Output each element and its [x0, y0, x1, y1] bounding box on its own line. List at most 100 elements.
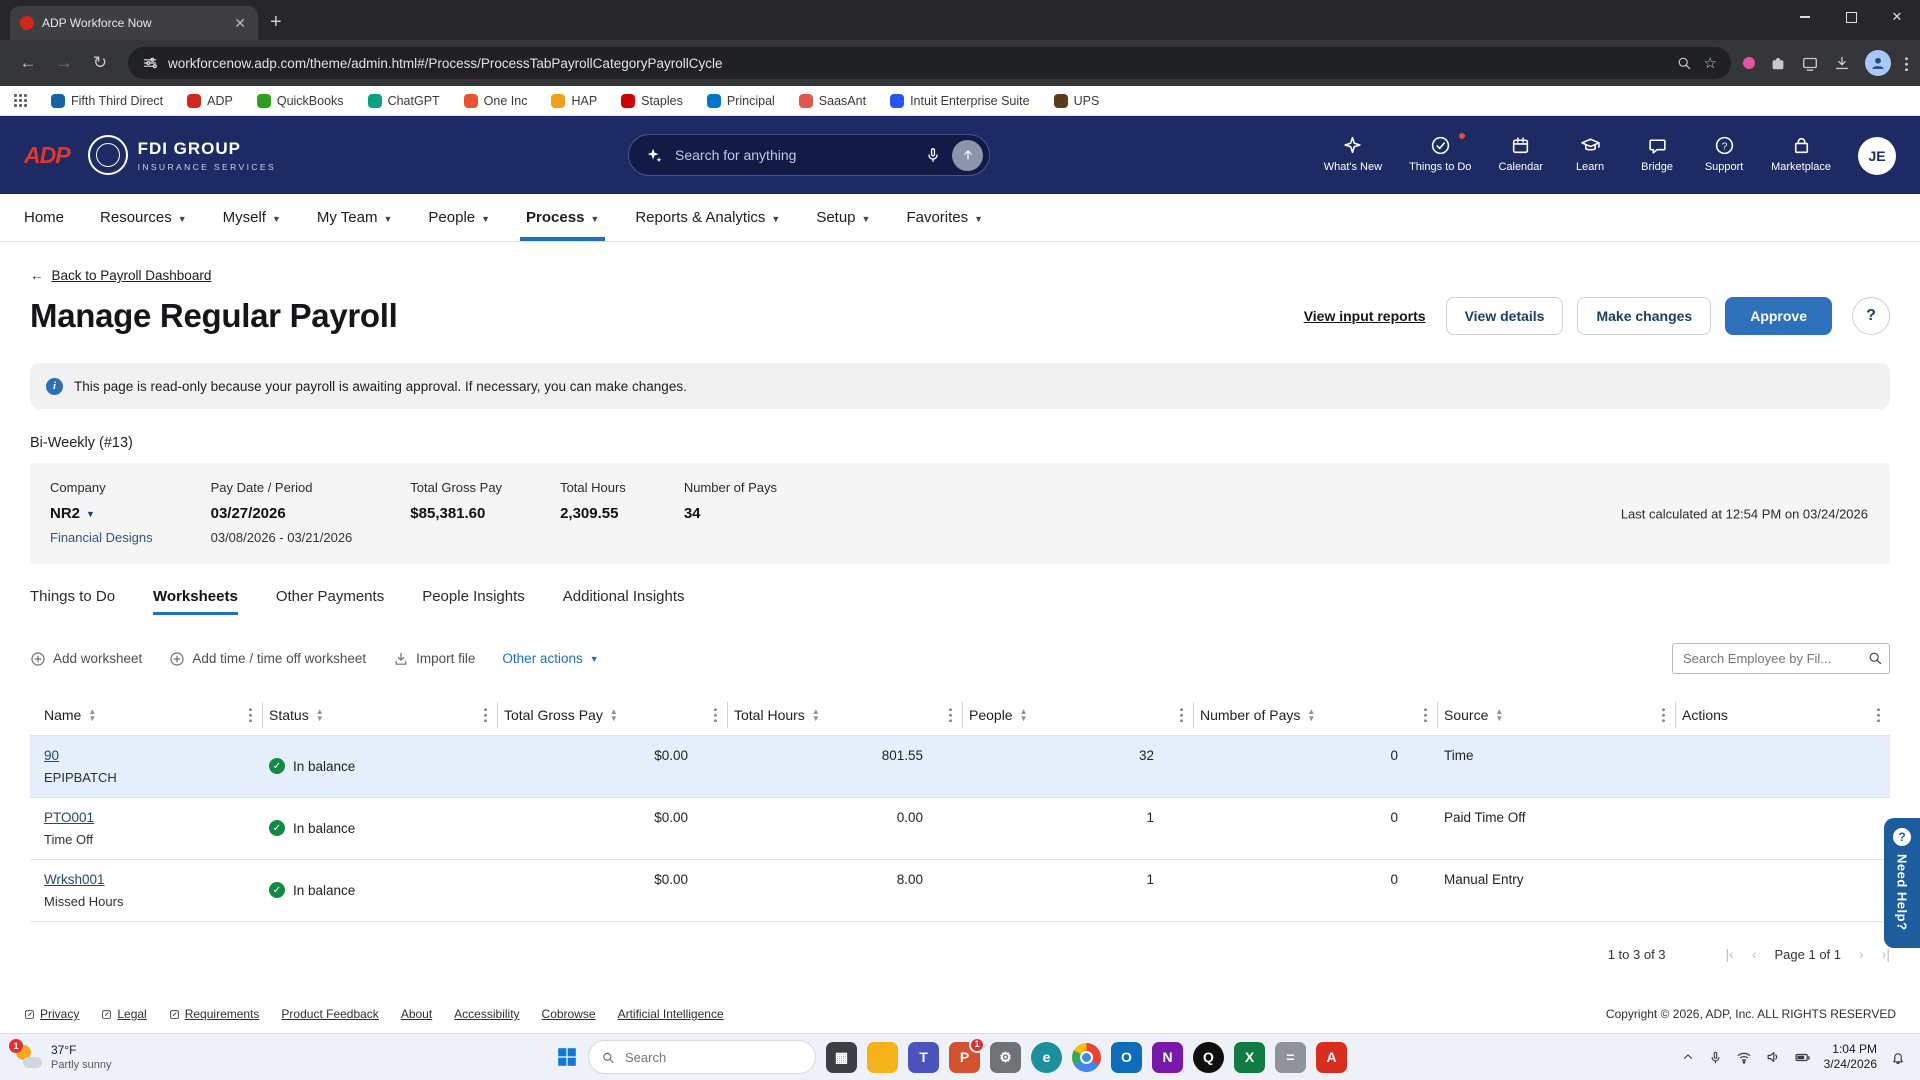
- download-icon[interactable]: [1833, 54, 1851, 72]
- taskbar-app-powerpoint[interactable]: P1: [949, 1036, 985, 1073]
- nav-myself[interactable]: Myself ▼: [223, 194, 281, 241]
- nav-process[interactable]: Process ▼: [520, 194, 606, 241]
- whats-new-button[interactable]: What's New: [1324, 135, 1382, 173]
- search-icon[interactable]: [1867, 650, 1883, 666]
- approve-button[interactable]: Approve: [1725, 297, 1832, 335]
- bookmark-hap[interactable]: HAP: [551, 93, 597, 108]
- nav-resources[interactable]: Resources ▼: [100, 194, 187, 241]
- bookmark-one-inc[interactable]: One Inc: [463, 93, 527, 108]
- footer-requirements-link[interactable]: Requirements: [169, 1007, 259, 1021]
- column-header-people[interactable]: People ▲ ▼: [963, 701, 1194, 728]
- nav-favorites[interactable]: Favorites ▼: [906, 194, 983, 241]
- column-menu-icon[interactable]: [1662, 707, 1665, 722]
- search-submit-button[interactable]: [952, 139, 983, 171]
- column-menu-icon[interactable]: [484, 707, 487, 722]
- bookmark-chatgpt[interactable]: ChatGPT: [367, 93, 440, 108]
- column-header-name[interactable]: Name ▲ ▼: [30, 701, 263, 728]
- nav-reports-analytics[interactable]: Reports & Analytics ▼: [635, 194, 780, 241]
- import-file-button[interactable]: Import file: [393, 651, 475, 667]
- other-actions-dropdown[interactable]: Other actions ▼: [502, 651, 598, 666]
- sort-icon[interactable]: ▲ ▼: [1307, 707, 1315, 722]
- taskbar-app-acrobat[interactable]: A: [1316, 1041, 1347, 1073]
- window-maximize-button[interactable]: [1828, 0, 1874, 34]
- taskbar-app-task-view[interactable]: ▦: [826, 1041, 857, 1073]
- site-settings-icon[interactable]: [142, 55, 158, 71]
- sort-icon[interactable]: ▲ ▼: [812, 707, 820, 722]
- worksheet-name-link[interactable]: PTO001: [44, 810, 94, 825]
- tab-additional-insights[interactable]: Additional Insights: [563, 588, 685, 615]
- view-input-reports-link[interactable]: View input reports: [1304, 308, 1426, 324]
- support-button[interactable]: ? Support: [1704, 135, 1744, 173]
- learn-button[interactable]: Learn: [1570, 135, 1610, 173]
- bookmark-quickbooks[interactable]: QuickBooks: [256, 93, 344, 108]
- first-page-button[interactable]: |‹: [1726, 946, 1734, 962]
- tab-worksheets[interactable]: Worksheets: [153, 588, 238, 615]
- battery-icon[interactable]: [1794, 1049, 1811, 1066]
- notification-bell-icon[interactable]: [1890, 1049, 1906, 1065]
- tab-close-icon[interactable]: ✕: [232, 15, 248, 32]
- zoom-icon[interactable]: [1676, 55, 1692, 71]
- tray-chevron-up-icon[interactable]: [1681, 1050, 1695, 1064]
- taskbar-app-outlook[interactable]: O: [1111, 1041, 1142, 1073]
- sort-icon[interactable]: ▲ ▼: [1020, 707, 1028, 722]
- column-header-total-hours[interactable]: Total Hours ▲ ▼: [728, 701, 963, 728]
- adp-logo[interactable]: ADP: [24, 142, 71, 169]
- nav-setup[interactable]: Setup ▼: [816, 194, 870, 241]
- microphone-icon[interactable]: [1708, 1050, 1723, 1065]
- bookmark-ups[interactable]: UPS: [1053, 93, 1099, 108]
- footer-accessibility-link[interactable]: Accessibility: [454, 1007, 519, 1021]
- microphone-icon[interactable]: [924, 146, 942, 164]
- bookmark-saasant[interactable]: SaasAnt: [798, 93, 866, 108]
- column-menu-icon[interactable]: [249, 707, 252, 722]
- bookmark-star-icon[interactable]: ☆: [1704, 54, 1717, 72]
- sort-icon[interactable]: ▲ ▼: [610, 707, 618, 722]
- footer-legal-link[interactable]: Legal: [101, 1007, 147, 1021]
- tab-other-payments[interactable]: Other Payments: [276, 588, 384, 615]
- extension-icon[interactable]: [1743, 57, 1755, 69]
- tab-things-to-do[interactable]: Things to Do: [30, 588, 115, 615]
- column-header-status[interactable]: Status ▲ ▼: [263, 701, 498, 728]
- footer-cobrowse-link[interactable]: Cobrowse: [542, 1007, 596, 1021]
- tab-people-insights[interactable]: People Insights: [422, 588, 525, 615]
- column-menu-icon[interactable]: [1180, 707, 1183, 722]
- column-header-gross-pay[interactable]: Total Gross Pay ▲ ▼: [498, 701, 728, 728]
- marketplace-button[interactable]: Marketplace: [1771, 135, 1831, 173]
- worksheet-name-link[interactable]: 90: [44, 748, 59, 763]
- bookmark-adp[interactable]: ADP: [187, 93, 233, 108]
- bookmark-staples[interactable]: Staples: [621, 93, 683, 108]
- next-page-button[interactable]: ›: [1859, 946, 1864, 962]
- taskbar-app-edge[interactable]: e: [1031, 1041, 1062, 1073]
- reload-icon[interactable]: ↻: [84, 47, 116, 79]
- view-details-button[interactable]: View details: [1445, 297, 1564, 335]
- bookmark-fifth-third[interactable]: Fifth Third Direct: [51, 93, 163, 108]
- back-icon[interactable]: ←: [12, 47, 44, 79]
- make-changes-button[interactable]: Make changes: [1577, 297, 1712, 335]
- nav-my-team[interactable]: My Team ▼: [317, 194, 393, 241]
- column-menu-icon[interactable]: [949, 707, 952, 722]
- taskbar-app-onenote[interactable]: N: [1152, 1041, 1183, 1073]
- sort-icon[interactable]: ▲ ▼: [1495, 707, 1503, 722]
- apps-grid-icon[interactable]: [14, 94, 27, 107]
- new-tab-button[interactable]: +: [270, 11, 282, 34]
- calendar-button[interactable]: Calendar: [1498, 135, 1543, 173]
- global-search[interactable]: [628, 134, 990, 176]
- user-avatar[interactable]: JE: [1858, 137, 1896, 175]
- forward-icon[interactable]: →: [48, 47, 80, 79]
- column-menu-icon[interactable]: [714, 707, 717, 722]
- taskbar-app-excel[interactable]: X: [1234, 1041, 1265, 1073]
- worksheet-name-link[interactable]: Wrksh001: [44, 872, 105, 887]
- extensions-puzzle-icon[interactable]: [1769, 54, 1787, 72]
- sort-icon[interactable]: ▲ ▼: [88, 707, 96, 722]
- footer-privacy-link[interactable]: Privacy: [24, 1007, 79, 1021]
- taskbar-app-quickbooks[interactable]: Q: [1193, 1041, 1224, 1073]
- weather-widget[interactable]: 1 37°F Partly sunny: [9, 1039, 204, 1071]
- volume-icon[interactable]: [1765, 1049, 1781, 1065]
- column-menu-icon[interactable]: [1424, 707, 1427, 722]
- last-page-button[interactable]: ›|: [1882, 946, 1890, 962]
- things-to-do-button[interactable]: Things to Do: [1409, 131, 1471, 173]
- browser-menu-icon[interactable]: [1905, 55, 1908, 71]
- add-worksheet-button[interactable]: Add worksheet: [30, 651, 142, 667]
- global-search-input[interactable]: [673, 146, 914, 164]
- window-close-button[interactable]: ✕: [1874, 0, 1920, 34]
- column-header-source[interactable]: Source ▲ ▼: [1438, 701, 1676, 728]
